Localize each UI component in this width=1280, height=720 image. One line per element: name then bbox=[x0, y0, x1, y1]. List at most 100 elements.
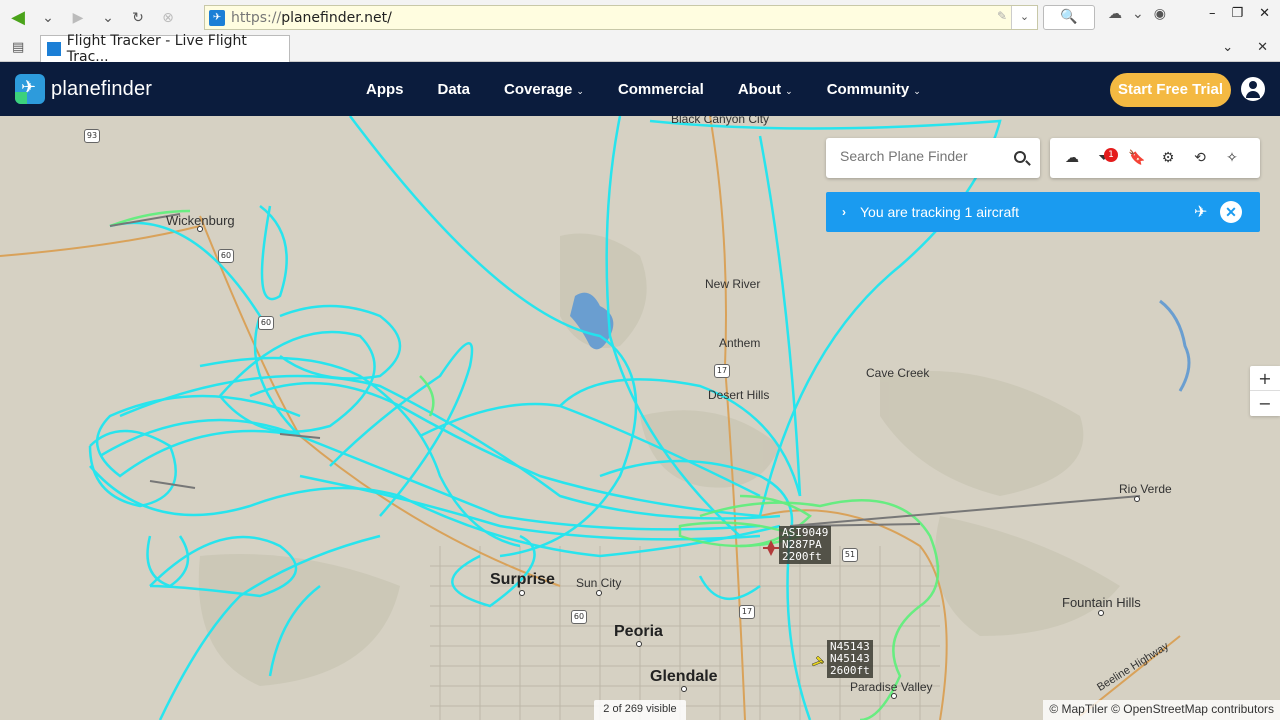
flight-map[interactable]: Black Canyon City Wickenburg New River A… bbox=[0, 116, 1280, 720]
browser-search-button[interactable]: 🔍 bbox=[1043, 5, 1095, 30]
tab-active[interactable]: Flight Tracker - Live Flight Trac... bbox=[40, 33, 290, 65]
brand-name: planefinder bbox=[51, 77, 153, 100]
city-dot bbox=[197, 226, 203, 232]
place-label: Surprise bbox=[490, 571, 555, 588]
plane-icon[interactable]: ✈ bbox=[1194, 202, 1207, 222]
place-label: Peoria bbox=[614, 623, 663, 640]
back-history-chevron-icon[interactable]: ⌄ bbox=[36, 6, 60, 30]
aircraft-icon bbox=[811, 655, 825, 667]
place-label: New River bbox=[705, 277, 761, 291]
playback-history-icon[interactable]: ⟲ bbox=[1192, 150, 1208, 166]
altitude: 2600ft bbox=[830, 664, 870, 677]
menu-chevron-icon[interactable]: ⌄ bbox=[1132, 6, 1144, 22]
filter-count-badge: 1 bbox=[1104, 148, 1118, 162]
tab-favicon-icon bbox=[47, 42, 61, 56]
highway-shield: 60 bbox=[218, 249, 234, 263]
nav-community[interactable]: Community ⌄ bbox=[827, 81, 921, 98]
tab-bar: ▤ Flight Tracker - Live Flight Trac... ⌄… bbox=[0, 33, 1280, 65]
extension-icon[interactable]: ☁ bbox=[1108, 6, 1122, 22]
restore-icon[interactable]: ❐ bbox=[1231, 6, 1243, 21]
close-window-icon[interactable]: ✕ bbox=[1259, 6, 1270, 21]
chevron-down-icon: ⌄ bbox=[785, 85, 793, 96]
nav-community-label: Community bbox=[826, 80, 910, 98]
aircraft-label[interactable]: ASI9049 N287PA 2200ft bbox=[779, 526, 832, 564]
url-protocol: https:// bbox=[231, 9, 282, 26]
place-label: Glendale bbox=[650, 668, 718, 685]
close-tab-icon[interactable]: ✕ bbox=[1257, 40, 1268, 55]
map-tools: ☁ ⏷1 🔖 ⚙ ⟲ ✧ bbox=[1050, 138, 1260, 178]
weather-icon[interactable]: ☁ bbox=[1064, 150, 1080, 166]
place-label: Desert Hills bbox=[708, 388, 770, 402]
highway-shield: 60 bbox=[258, 316, 274, 330]
city-dot bbox=[891, 693, 897, 699]
highway-shield: 17 bbox=[739, 605, 755, 619]
river bbox=[1159, 299, 1191, 392]
highway-shield: 93 bbox=[84, 129, 100, 143]
chevron-down-icon: ⌄ bbox=[576, 85, 584, 96]
pro-features-icon[interactable]: ✧ bbox=[1224, 150, 1240, 166]
place-label: Sun City bbox=[576, 576, 622, 590]
search-input[interactable] bbox=[840, 148, 1010, 164]
nav-commercial[interactable]: Commercial bbox=[618, 81, 704, 98]
city-dot bbox=[1134, 496, 1140, 502]
tab-list-icon[interactable]: ▤ bbox=[12, 40, 24, 55]
chevron-right-icon: › bbox=[842, 205, 846, 219]
city-dot bbox=[596, 590, 602, 596]
address-dropdown-icon[interactable]: ⌄ bbox=[1011, 6, 1037, 29]
city-dot bbox=[681, 686, 687, 692]
zoom-controls: + − bbox=[1250, 366, 1280, 416]
altitude: 2200ft bbox=[782, 550, 822, 563]
highway-shield: 17 bbox=[714, 364, 730, 378]
highway-shield: 60 bbox=[571, 610, 587, 624]
key-icon: ✎ bbox=[996, 9, 1007, 23]
place-label: Black Canyon City bbox=[671, 116, 770, 126]
map-attribution[interactable]: © MapTiler © OpenStreetMap contributors bbox=[1043, 700, 1280, 720]
main-nav: Apps Data Coverage ⌄ Commercial About ⌄ Co… bbox=[366, 62, 955, 116]
tracking-text: You are tracking 1 aircraft bbox=[860, 204, 1020, 220]
nav-coverage-label: Coverage bbox=[504, 80, 573, 98]
minimize-icon[interactable]: – bbox=[1209, 6, 1216, 21]
search-panel bbox=[826, 138, 1040, 178]
zoom-out-button[interactable]: − bbox=[1250, 391, 1280, 416]
tab-overflow-chevron-icon[interactable]: ⌄ bbox=[1222, 40, 1233, 55]
chevron-down-icon: ⌄ bbox=[913, 85, 921, 96]
url-host: planefinder.net/ bbox=[281, 9, 392, 26]
highway-shield: 51 bbox=[842, 548, 858, 562]
reload-icon[interactable]: ↻ bbox=[126, 6, 150, 30]
city-dot bbox=[519, 590, 525, 596]
city-dot bbox=[636, 641, 642, 647]
plane-logo-icon: ✈ bbox=[15, 74, 45, 104]
nav-coverage[interactable]: Coverage ⌄ bbox=[504, 81, 584, 98]
forward-icon[interactable]: ▶ bbox=[66, 6, 90, 30]
nav-data[interactable]: Data bbox=[438, 81, 471, 98]
nav-about[interactable]: About ⌄ bbox=[738, 81, 793, 98]
address-bar[interactable]: ✈ https://planefinder.net/ ✎ ⌄ bbox=[204, 5, 1038, 30]
stop-icon[interactable]: ⊗ bbox=[156, 6, 180, 30]
site-favicon-icon: ✈ bbox=[209, 9, 225, 26]
start-free-trial-button[interactable]: Start Free Trial bbox=[1110, 73, 1231, 107]
browser-toolbar: ◀ ⌄ ▶ ⌄ ↻ ⊗ ✈ https://planefinder.net/ ✎… bbox=[0, 0, 1280, 35]
place-label: Anthem bbox=[719, 336, 761, 350]
forward-history-chevron-icon[interactable]: ⌄ bbox=[96, 6, 120, 30]
filter-icon[interactable]: ⏷1 bbox=[1096, 148, 1118, 166]
place-label: Cave Creek bbox=[866, 366, 930, 380]
nav-about-label: About bbox=[737, 80, 782, 98]
search-icon[interactable] bbox=[1014, 151, 1026, 163]
zoom-in-button[interactable]: + bbox=[1250, 366, 1280, 391]
user-account-icon[interactable] bbox=[1241, 77, 1265, 101]
tab-title: Flight Tracker - Live Flight Trac... bbox=[66, 33, 247, 65]
tracking-banner[interactable]: › You are tracking 1 aircraft ✈ ✕ bbox=[826, 192, 1260, 232]
aircraft-label[interactable]: N45143 N45143 2600ft bbox=[827, 640, 873, 678]
back-icon[interactable]: ◀ bbox=[6, 6, 30, 30]
planefinder-logo[interactable]: ✈ planefinder bbox=[15, 74, 152, 104]
close-tracking-button[interactable]: ✕ bbox=[1220, 201, 1242, 223]
place-label: Fountain Hills bbox=[1062, 595, 1141, 610]
place-label: Rio Verde bbox=[1119, 482, 1172, 496]
nav-apps[interactable]: Apps bbox=[366, 81, 404, 98]
visible-aircraft-count: 2 of 269 visible bbox=[594, 700, 686, 720]
settings-icon[interactable]: ⚙ bbox=[1160, 150, 1176, 166]
bookmark-icon[interactable]: 🔖 bbox=[1128, 150, 1145, 166]
site-header: ✈ planefinder Apps Data Coverage ⌄ Commer… bbox=[0, 62, 1280, 116]
place-label: Paradise Valley bbox=[850, 680, 933, 694]
browser-logo-icon[interactable]: ◉ bbox=[1154, 6, 1166, 22]
